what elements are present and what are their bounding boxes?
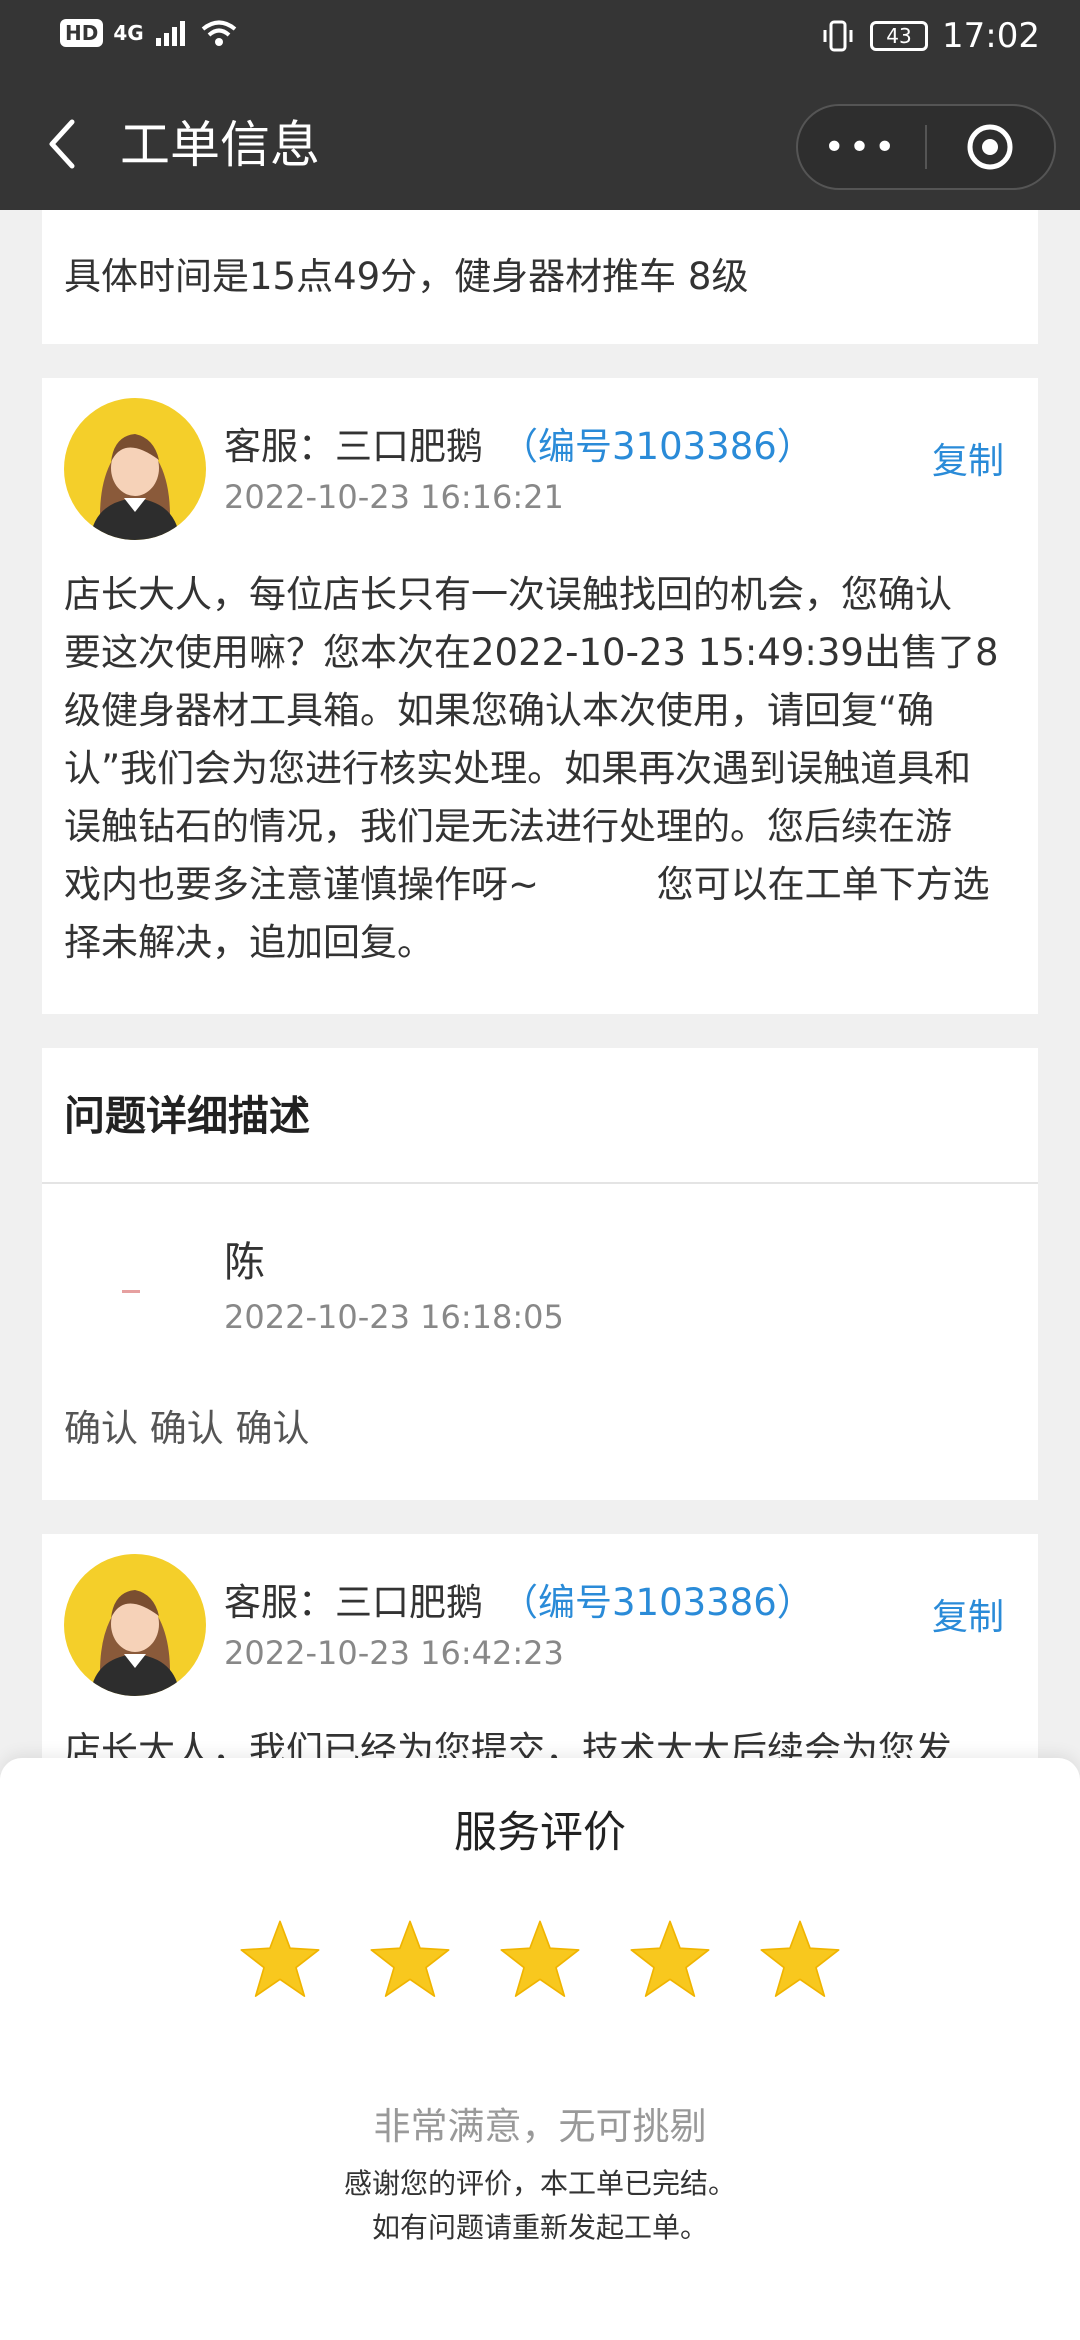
detail-timestamp: 2022-10-23 16:18:05 xyxy=(224,1298,564,1336)
reply-line: 级健身器材工具箱。如果您确认本次使用，请回复“确 xyxy=(64,689,935,732)
title-bar: 工单信息 ••• xyxy=(0,80,1080,210)
star-icon[interactable] xyxy=(368,1918,452,2002)
reply-line: 要这次使用嘛？您本次在2022-10-23 15:49:39出售了8 xyxy=(64,631,999,674)
close-circle-icon xyxy=(967,124,1013,170)
star-icon[interactable] xyxy=(758,1918,842,2002)
signal-icon xyxy=(155,21,185,46)
message-text: 具体时间是15点49分，健身器材推车 8级 xyxy=(64,255,749,298)
problem-detail-card: 问题详细描述 陈 2022-10-23 16:18:05 确认 确认 确认 xyxy=(42,1048,1038,1500)
battery-icon: 43 xyxy=(870,21,929,51)
reopen-note: 如有问题请重新发起工单。 xyxy=(371,2211,708,2244)
agent-avatar xyxy=(64,398,206,540)
message-card-fragment: 具体时间是15点49分，健身器材推车 8级 xyxy=(42,210,1038,344)
rating-text: 非常满意，无可挑剔 xyxy=(373,2105,707,2148)
user-avatar xyxy=(78,1284,190,1304)
reply-line: 择未解决，追加回复。 xyxy=(64,921,434,964)
agent-avatar xyxy=(64,1554,206,1696)
star-rating[interactable] xyxy=(0,1918,1080,2002)
agent-id: （编号3103386） xyxy=(501,425,814,468)
reply-card: 客服：三口肥鹅 （编号3103386） 2022-10-23 16:16:21 复… xyxy=(42,378,1038,1014)
star-icon[interactable] xyxy=(238,1918,322,2002)
agent-name-line: 客服：三口肥鹅 （编号3103386） xyxy=(224,416,814,470)
back-arrow-icon[interactable] xyxy=(40,114,84,174)
sheet-title: 服务评价 xyxy=(454,1808,626,1858)
agent-avatar-icon xyxy=(90,434,180,540)
agent-name-line: 客服：三口肥鹅 （编号3103386） xyxy=(224,1572,814,1626)
close-button[interactable] xyxy=(927,122,1054,172)
reply-line: 认”我们会为您进行核实处理。如果再次遇到误触道具和 xyxy=(64,747,972,790)
user-avatar-mark xyxy=(122,1290,140,1293)
reply-timestamp: 2022-10-23 16:42:23 xyxy=(224,1634,564,1672)
reply-timestamp: 2022-10-23 16:16:21 xyxy=(224,478,564,516)
reply-line: 店长大人，每位店长只有一次误触找回的机会，您确认 xyxy=(64,573,952,616)
user-name: 陈 xyxy=(224,1238,265,1286)
status-right: 43 17:02 xyxy=(820,16,1040,56)
vibrate-icon xyxy=(823,20,853,52)
status-bar: HD 4G 43 17:02 xyxy=(0,0,1080,80)
section-title: 问题详细描述 xyxy=(64,1092,310,1140)
agent-id: （编号3103386） xyxy=(501,1581,814,1624)
copy-button[interactable]: 复制 xyxy=(932,1588,1004,1640)
clock: 17:02 xyxy=(942,16,1040,56)
hd-badge: HD xyxy=(60,19,104,47)
status-left: HD 4G xyxy=(60,18,238,48)
reply-line: 误触钻石的情况，我们是无法进行处理的。您后续在游 xyxy=(64,805,952,848)
network-type: 4G xyxy=(113,21,144,45)
star-icon[interactable] xyxy=(628,1918,712,2002)
agent-name: 客服：三口肥鹅 xyxy=(224,425,483,468)
copy-button[interactable]: 复制 xyxy=(932,432,1004,484)
page-title: 工单信息 xyxy=(120,116,320,174)
completion-note: 感谢您的评价，本工单已完结。 xyxy=(343,2167,736,2200)
reply-body: 店长大人，每位店长只有一次误触找回的机会，您确认 要这次使用嘛？您本次在2022… xyxy=(64,566,1024,972)
more-menu-button[interactable]: ••• xyxy=(798,127,925,168)
agent-avatar-icon xyxy=(90,1590,180,1696)
wifi-icon xyxy=(201,20,236,46)
mini-program-capsule: ••• xyxy=(796,104,1056,190)
star-icon[interactable] xyxy=(498,1918,582,2002)
section-divider xyxy=(42,1182,1038,1184)
reply-line: 戏内也要多注意谨慎操作呀~ 您可以在工单下方选 xyxy=(64,863,990,906)
rating-sheet: 服务评价 非常满意，无可挑剔 感谢您的评价，本工单已完结。 如有问题请重新发起工… xyxy=(0,1758,1080,2340)
agent-name: 客服：三口肥鹅 xyxy=(224,1581,483,1624)
detail-text: 确认 确认 确认 xyxy=(64,1407,310,1450)
